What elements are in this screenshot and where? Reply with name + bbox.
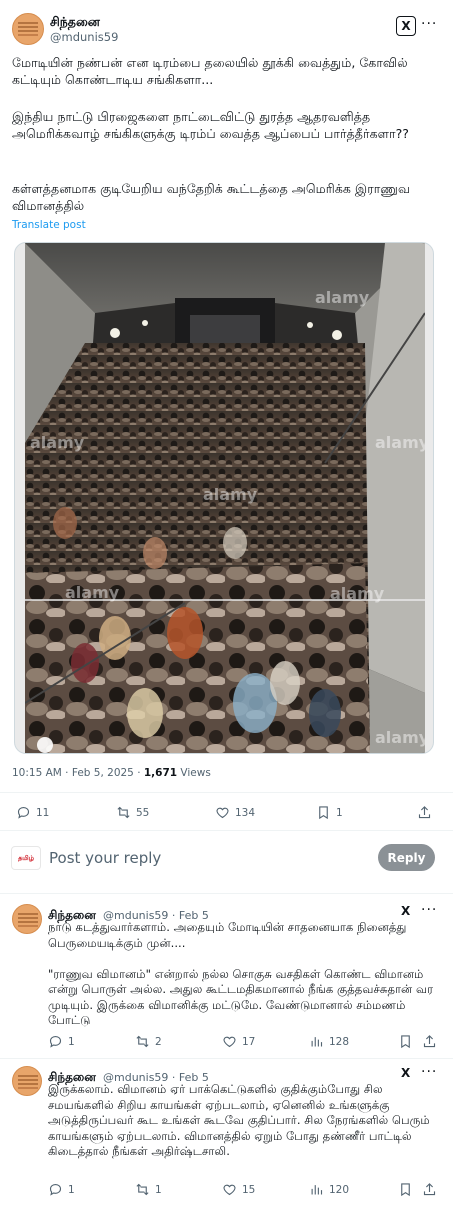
bookmark-button[interactable]: 1 — [316, 805, 343, 820]
reply-1-like-button[interactable]: 17 — [222, 1034, 255, 1049]
divider — [0, 830, 453, 831]
watermark-7: alamy — [375, 728, 425, 747]
like-icon — [223, 1036, 236, 1048]
divider — [0, 1058, 453, 1059]
timestamp-text: 10:15 AM · Feb 5, 2025 · — [12, 767, 144, 779]
reply-submit-button[interactable]: Reply — [378, 844, 435, 871]
reply-2-views-button[interactable]: 120 — [309, 1182, 349, 1197]
reply-1-reply-count: 1 — [68, 1035, 75, 1048]
x-badge-text: X — [401, 19, 411, 33]
views-label: Views — [177, 767, 211, 779]
share-button[interactable] — [417, 805, 432, 820]
watermark-6: alamy — [65, 583, 120, 602]
x-badge-icon[interactable]: X — [401, 904, 410, 918]
post-text-paragraph-3: கள்ளத்தனமாக குடியேறிய வந்தேறிக் கூட்டத்த… — [12, 181, 415, 213]
author-handle[interactable]: @mdunis59 — [50, 30, 118, 44]
crowd-in-cargo-plane-image: alamy alamy alamy alamy alamy alamy alam… — [25, 243, 425, 753]
reply-1-views-count: 128 — [329, 1035, 350, 1048]
translate-post-link[interactable]: Translate post — [12, 219, 86, 231]
watermark-4: alamy — [203, 485, 258, 504]
current-user-avatar[interactable]: தமிழ் — [11, 846, 41, 870]
reply-2-repost-button[interactable]: 1 — [135, 1182, 162, 1197]
reply-2-like-button[interactable]: 15 — [222, 1182, 255, 1197]
more-icon[interactable]: ··· — [421, 16, 437, 32]
like-icon — [216, 807, 229, 819]
reply-2-reply-count: 1 — [68, 1183, 75, 1196]
author-avatar[interactable] — [12, 13, 44, 45]
like-icon — [223, 1184, 236, 1196]
reply-2-like-count: 15 — [242, 1183, 256, 1196]
reply-2-more-icon[interactable]: ··· — [421, 1064, 437, 1080]
reply-icon — [49, 1183, 62, 1196]
reply-icon — [17, 806, 30, 819]
post-timestamp: 10:15 AM · Feb 5, 2025 · 1,671 Views — [12, 767, 211, 779]
views-icon — [311, 1037, 323, 1047]
reply-2-text: இருக்கலாம். விமானம் ஏர் பாக்கெட்டுகளில் … — [48, 1082, 434, 1158]
divider — [0, 792, 453, 793]
repost-icon — [117, 806, 130, 819]
watermark-5: alamy — [330, 584, 385, 603]
watermark-1: alamy — [315, 288, 370, 307]
bookmark-count: 1 — [336, 806, 343, 819]
reply-1-x-badge-text: X — [401, 904, 411, 918]
post-text-paragraph-2: இந்திய நாட்டு பிரஜைகளை நாட்டைவிட்டு துரத… — [12, 109, 409, 141]
share-icon — [418, 806, 431, 819]
reply-1-share-button[interactable] — [422, 1034, 437, 1049]
reply-2-bookmark-button[interactable] — [398, 1182, 413, 1197]
watermark-2: alamy — [375, 433, 425, 452]
share-icon — [423, 1183, 436, 1196]
repost-icon — [136, 1035, 149, 1048]
post-text-paragraph-1: மோடியின் நண்பன் என டிரம்பை தலையில் தூக்க… — [12, 55, 412, 87]
reply-1-like-count: 17 — [242, 1035, 256, 1048]
divider — [0, 893, 453, 894]
reply-2-avatar[interactable] — [12, 1066, 42, 1096]
views-icon — [311, 1185, 323, 1195]
reply-2-views-count: 120 — [329, 1183, 350, 1196]
reply-1-bookmark-button[interactable] — [398, 1034, 413, 1049]
reply-2-x-badge-text: X — [401, 1066, 411, 1080]
watermark-3: alamy — [30, 433, 85, 452]
reply-1-avatar[interactable] — [12, 904, 42, 934]
repost-button[interactable]: 55 — [116, 805, 149, 820]
reply-1-reply-button[interactable]: 1 — [48, 1034, 75, 1049]
bookmark-icon — [401, 1035, 410, 1049]
repost-count: 55 — [136, 806, 150, 819]
current-user-avatar-text: தமிழ் — [18, 853, 34, 862]
reply-count: 11 — [36, 806, 50, 819]
reply-1-repost-count: 2 — [155, 1035, 162, 1048]
reply-1-more-icon[interactable]: ··· — [421, 902, 437, 918]
share-icon — [423, 1035, 436, 1048]
reply-2-reply-button[interactable]: 1 — [48, 1182, 75, 1197]
views-count: 1,671 — [143, 767, 178, 779]
reply-input[interactable]: Post your reply — [49, 849, 161, 867]
post-photo[interactable]: alamy alamy alamy alamy alamy alamy alam… — [14, 242, 434, 754]
like-button[interactable]: 134 — [215, 805, 255, 820]
like-count: 134 — [235, 806, 256, 819]
reply-2-repost-count: 1 — [155, 1183, 162, 1196]
reply-1-text: நாடு கடத்துவார்களாம். அதையும் மோடியின் ச… — [48, 920, 434, 1027]
author-display-name[interactable]: சிந்தனை — [50, 14, 100, 31]
reply-icon — [49, 1035, 62, 1048]
bookmark-icon — [319, 806, 328, 820]
x-badge-icon[interactable]: X — [401, 1066, 410, 1080]
camera-icon — [37, 737, 53, 753]
bookmark-icon — [401, 1183, 410, 1197]
airplane-cabin-photo: alamy alamy alamy alamy alamy alamy alam… — [25, 243, 425, 753]
reply-button[interactable]: 11 — [16, 805, 49, 820]
reply-2-share-button[interactable] — [422, 1182, 437, 1197]
repost-icon — [136, 1183, 149, 1196]
reply-1-views-button[interactable]: 128 — [309, 1034, 349, 1049]
x-badge-icon[interactable]: X — [396, 16, 416, 36]
reply-1-repost-button[interactable]: 2 — [135, 1034, 162, 1049]
